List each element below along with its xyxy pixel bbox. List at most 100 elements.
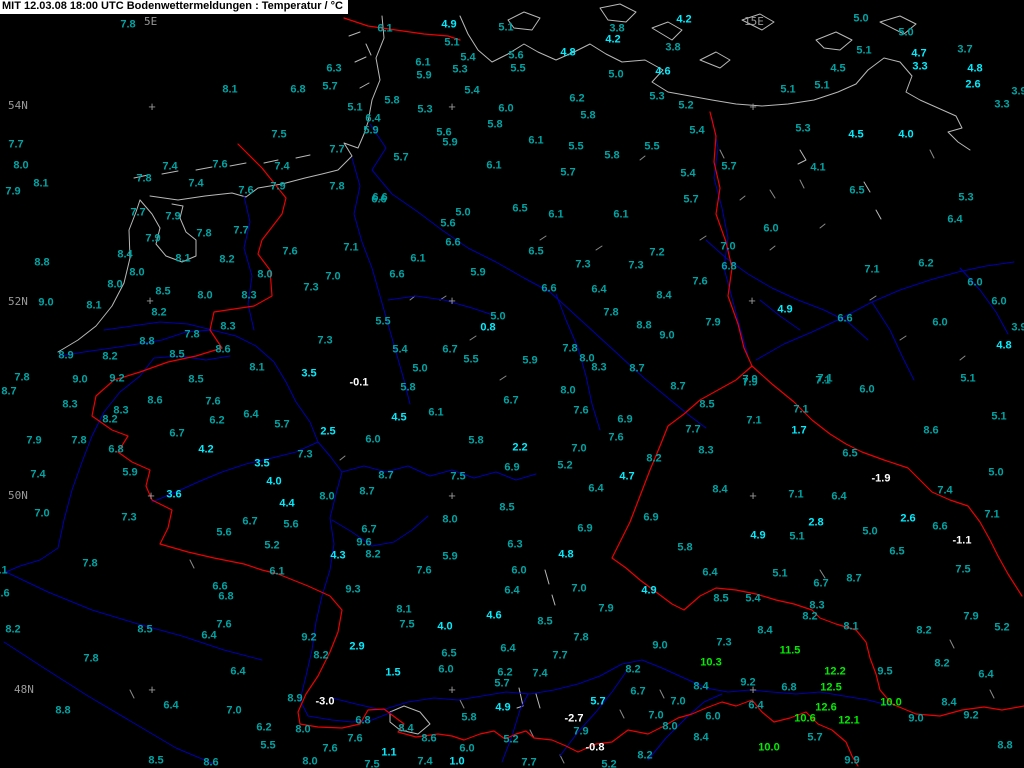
- station-temp: 9.0: [652, 639, 668, 652]
- station-temp: 6.0: [438, 663, 454, 676]
- station-temp: 7.9: [165, 210, 181, 223]
- station-temp: 8.2: [916, 624, 932, 637]
- station-temp: 4.9: [641, 584, 657, 597]
- station-temp: 6.4: [978, 668, 994, 681]
- station-temp: 8.5: [699, 398, 715, 411]
- station-temp: 6.0: [511, 564, 527, 577]
- station-temp: 8.7: [378, 469, 394, 482]
- station-temp: 6.8: [721, 260, 737, 273]
- station-temp: 9.2: [963, 709, 979, 722]
- station-temp: 5.1: [991, 410, 1007, 423]
- station-temp: 8.0: [302, 755, 318, 768]
- station-temp: 6.0: [705, 710, 721, 723]
- graticule-mark-icon: +: [448, 682, 456, 697]
- station-temp: 8.5: [537, 615, 553, 628]
- station-temp: 5.7: [590, 695, 606, 708]
- station-temp: 7.7: [329, 143, 345, 156]
- station-temp: 8.1: [175, 252, 191, 265]
- station-temp: 5.3: [417, 103, 433, 116]
- station-temp: 9.0: [38, 296, 54, 309]
- station-temp: 5.0: [862, 525, 878, 538]
- station-temp: 8.5: [137, 623, 153, 636]
- station-temp: 6.7: [630, 685, 646, 698]
- station-temp: 7.3: [716, 636, 732, 649]
- graticule-mark-icon: +: [748, 293, 756, 308]
- station-temp: 3.3: [994, 98, 1010, 111]
- station-temp: 5.6: [216, 526, 232, 539]
- station-temp: 8.2: [637, 749, 653, 762]
- geo-label: 54N: [8, 99, 28, 112]
- station-temp: 7.0: [34, 507, 50, 520]
- station-temp: 7.6: [0, 587, 10, 600]
- station-temp: 5.7: [322, 80, 338, 93]
- weather-map-window: + + + + + + + + + + + + 54N 52N 50N 48N 5E 15E 7.8 6.3 8.1…: [0, 0, 1024, 768]
- station-temp: 8.8: [636, 319, 652, 332]
- station-temp: 1.1: [381, 746, 397, 759]
- station-temp: 7.8: [562, 342, 578, 355]
- station-temp: 6.7: [503, 394, 519, 407]
- station-temp: 5.8: [580, 109, 596, 122]
- station-temp: 5.9: [442, 136, 458, 149]
- station-temp: 6.1: [410, 252, 426, 265]
- station-temp: 8.0: [662, 720, 678, 733]
- station-temp: 4.9: [495, 701, 511, 714]
- station-temp: 4.2: [198, 443, 214, 456]
- station-temp: 6.9: [577, 522, 593, 535]
- station-temp: 9.0: [659, 329, 675, 342]
- station-temp: 5.3: [649, 90, 665, 103]
- station-temp: 4.4: [279, 497, 295, 510]
- station-temp: 6.7: [442, 343, 458, 356]
- station-temp: 5.9: [122, 466, 138, 479]
- station-temp: 4.0: [437, 620, 453, 633]
- station-temp: 5.7: [721, 160, 737, 173]
- graticule-mark-icon: +: [749, 488, 757, 503]
- station-temp: 5.7: [807, 731, 823, 744]
- station-temp: 7.5: [364, 758, 380, 768]
- station-temp: 4.0: [898, 128, 914, 141]
- station-temp: 6.7: [361, 523, 377, 536]
- station-temp: 3.8: [665, 41, 681, 54]
- coastline-layer: [57, 3, 971, 735]
- station-temp: 8.4: [117, 248, 133, 261]
- station-temp: 7.7: [552, 649, 568, 662]
- station-temp: 5.9: [470, 266, 486, 279]
- station-temp: 8.0: [257, 268, 273, 281]
- station-temp: 6.1: [428, 406, 444, 419]
- station-temp: 8.6: [147, 394, 163, 407]
- station-temp: 7.9: [270, 180, 286, 193]
- station-temp: 7.9: [705, 316, 721, 329]
- station-temp: 7.0: [670, 695, 686, 708]
- station-temp: 3.6: [166, 488, 182, 501]
- station-temp: 5.3: [958, 191, 974, 204]
- station-temp: 6.4: [504, 584, 520, 597]
- station-temp: 5.0: [898, 26, 914, 39]
- station-temp: 6.5: [889, 545, 905, 558]
- station-temp: 6.0: [932, 316, 948, 329]
- station-temp: 6.4: [243, 408, 259, 421]
- station-temp: 7.8: [329, 180, 345, 193]
- station-temp: 9.0: [72, 373, 88, 386]
- station-temp: 7.4: [30, 468, 46, 481]
- station-temp: 9.2: [740, 676, 756, 689]
- station-temp: 7.3: [317, 334, 333, 347]
- station-temp: 6.9: [617, 413, 633, 426]
- station-temp: 6.6: [837, 312, 853, 325]
- station-temp: 6.4: [702, 566, 718, 579]
- station-temp: 6.1: [528, 134, 544, 147]
- station-temp: 8.2: [102, 413, 118, 426]
- station-temp: 5.7: [274, 418, 290, 431]
- station-temp: 8.2: [313, 649, 329, 662]
- station-temp: 5.9: [363, 124, 379, 137]
- station-temp: 4.5: [830, 62, 846, 75]
- station-temp: 10.6: [794, 712, 816, 725]
- station-temp: 3.9: [1011, 321, 1024, 334]
- station-temp: 9.6: [356, 536, 372, 549]
- station-temp: 2.9: [349, 640, 365, 653]
- station-temp: 6.0: [991, 295, 1007, 308]
- graticule-mark-icon: +: [448, 99, 456, 114]
- station-temp: 8.5: [188, 373, 204, 386]
- station-temp: 5.9: [522, 354, 538, 367]
- station-temp: 12.1: [838, 714, 860, 727]
- station-temp: 6.1: [269, 565, 285, 578]
- station-temp: 6.4: [163, 699, 179, 712]
